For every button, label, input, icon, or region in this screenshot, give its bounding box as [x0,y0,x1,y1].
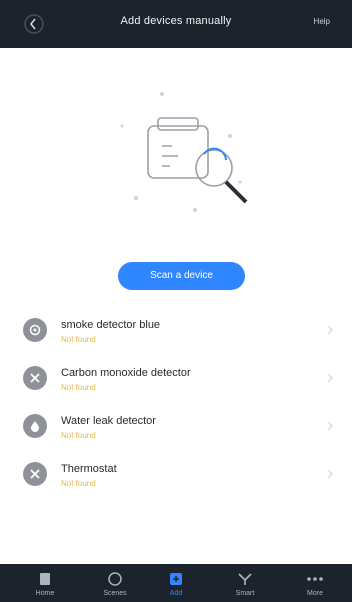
tab-label: Add [169,590,183,597]
scenes-icon [108,572,122,586]
tab-label: Scenes [103,590,127,597]
status-badge: Not found [61,479,96,488]
device-name: Thermostat [61,463,117,475]
chevron-right-icon [326,370,334,383]
tab-add[interactable]: Add [161,570,191,598]
search-devices-illustration [100,78,260,228]
tab-label: Smart [235,590,255,597]
tab-more[interactable]: More [300,570,330,598]
chevron-right-icon [326,322,334,335]
tab-smart[interactable]: Smart [230,570,260,598]
status-badge: Not found [61,431,96,440]
list-item[interactable]: Water leak detector Not found [0,406,352,454]
device-list: smoke detector blue Not found Carbon mon… [0,310,352,502]
smart-icon [238,573,252,585]
top-navigation-bar: Add devices manually Help [0,0,352,48]
scan-device-button[interactable]: Scan a device [118,262,245,290]
list-item[interactable]: Carbon monoxide detector Not found [0,358,352,406]
tab-label: Home [35,590,55,597]
home-icon [40,573,50,585]
water-drop-icon [23,414,47,438]
device-name: smoke detector blue [61,319,161,331]
page-title: Add devices manually [120,15,232,27]
close-icon [23,366,47,390]
bottom-tab-bar: Home Scenes Add Smart More [0,564,352,602]
device-name: Water leak detector [61,415,156,427]
help-link[interactable]: Help [314,17,330,26]
app-screen: Add devices manually Help Scan a device [0,0,352,602]
status-badge: Not found [61,335,96,344]
list-item[interactable]: Thermostat Not found [0,454,352,502]
close-icon [23,462,47,486]
device-name: Carbon monoxide detector [61,367,191,379]
status-badge: Not found [61,383,96,392]
smoke-detector-icon [23,318,47,342]
chevron-right-icon [326,418,334,431]
list-item[interactable]: smoke detector blue Not found [0,310,352,358]
add-icon [170,573,182,585]
tab-label: More [307,590,323,597]
tab-home[interactable]: Home [30,570,60,598]
chevron-right-icon [326,466,334,479]
tab-scenes[interactable]: Scenes [100,570,130,598]
more-icon [307,577,323,581]
